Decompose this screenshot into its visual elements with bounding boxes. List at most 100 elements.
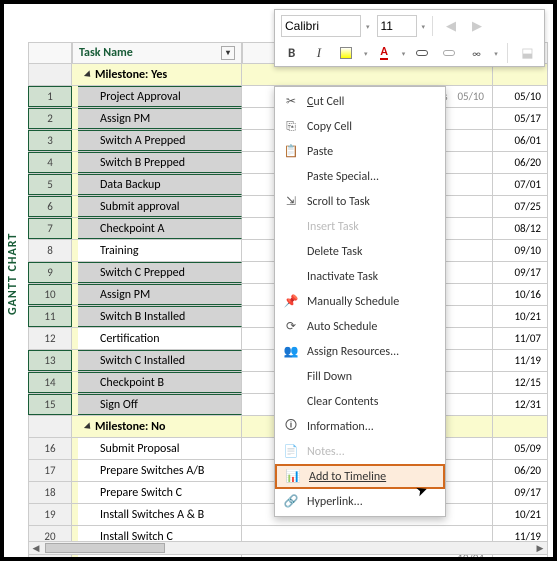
task-cell[interactable]: Training bbox=[78, 240, 242, 261]
font-color-button[interactable]: A bbox=[373, 42, 394, 64]
rownum[interactable]: 3 bbox=[28, 130, 72, 151]
rownum[interactable]: 11 bbox=[28, 306, 72, 327]
date-cell[interactable]: 05/09 bbox=[493, 438, 548, 459]
menu-auto[interactable]: ⟳Auto Schedule bbox=[275, 314, 445, 339]
task-cell[interactable]: Switch C Installed bbox=[78, 350, 242, 371]
rownum[interactable]: 8 bbox=[28, 240, 72, 261]
task-cell[interactable]: Prepare Switches A/B bbox=[78, 460, 242, 481]
menu-assign[interactable]: 👥Assign Resources... bbox=[275, 339, 445, 364]
task-cell[interactable]: Submit approval bbox=[78, 196, 242, 217]
date-cell[interactable]: 09/17 bbox=[493, 482, 548, 503]
rownum[interactable]: 19 bbox=[28, 504, 72, 525]
task-cell[interactable]: Sign Off bbox=[78, 394, 242, 415]
group-row[interactable]: Milestone: Yes bbox=[28, 64, 548, 86]
rownum[interactable]: 12 bbox=[28, 328, 72, 349]
menu-inactivate[interactable]: Inactivate Task bbox=[275, 264, 445, 289]
extra-icon: ⬓ bbox=[517, 42, 538, 64]
rownum[interactable]: 6 bbox=[28, 196, 72, 217]
menu-clear[interactable]: Clear Contents bbox=[275, 389, 445, 414]
date-cell[interactable]: 06/20 bbox=[493, 152, 548, 173]
scroll-right-icon[interactable]: ▶ bbox=[533, 542, 547, 554]
percent-button[interactable]: ∞ bbox=[466, 42, 487, 64]
date-cell[interactable]: 05/17 bbox=[493, 108, 548, 129]
scroll-thumb[interactable] bbox=[45, 543, 165, 553]
date-cell[interactable]: 10/21 bbox=[493, 306, 548, 327]
rownum[interactable]: 4 bbox=[28, 152, 72, 173]
rownum-header bbox=[28, 42, 72, 64]
italic-button[interactable]: I bbox=[308, 42, 329, 64]
rownum[interactable]: 1 bbox=[28, 86, 72, 107]
task-cell[interactable]: Install Switches A & B bbox=[78, 504, 242, 525]
rownum[interactable]: 2 bbox=[28, 108, 72, 129]
task-cell[interactable]: Switch C Prepped bbox=[78, 262, 242, 283]
date-cell[interactable]: 09/10 bbox=[493, 240, 548, 261]
collapse-icon[interactable] bbox=[84, 70, 93, 79]
date-cell[interactable]: 05/10 bbox=[493, 86, 548, 107]
date-cell[interactable]: 06/20 bbox=[493, 460, 548, 481]
date-cell[interactable]: 08/12 bbox=[493, 218, 548, 239]
date-cell[interactable]: 12/15 bbox=[493, 372, 548, 393]
date-cell[interactable]: 10/16 bbox=[493, 284, 548, 305]
task-cell[interactable]: Prepare Switch C bbox=[78, 482, 242, 503]
rownum[interactable]: 10 bbox=[28, 284, 72, 305]
filter-dropdown-icon[interactable]: ▾ bbox=[221, 46, 235, 60]
rownum[interactable]: 7 bbox=[28, 218, 72, 239]
task-cell[interactable]: Checkpoint A bbox=[78, 218, 242, 239]
menu-paste[interactable]: 📋Paste bbox=[275, 139, 445, 164]
people-icon: 👥 bbox=[281, 344, 301, 360]
menu-delete-task[interactable]: Delete Task bbox=[275, 239, 445, 264]
context-menu: ✂CCut Cellut Cell ⎘Copy Cell 📋Paste Past… bbox=[274, 86, 446, 517]
font-family-select[interactable] bbox=[281, 15, 361, 37]
date-cell[interactable]: 09/17 bbox=[493, 262, 548, 283]
menu-notes: 📄Notes... bbox=[275, 439, 445, 464]
hyperlink-icon: 🔗 bbox=[281, 494, 301, 510]
group-label[interactable]: Milestone: Yes bbox=[78, 64, 242, 85]
menu-fill-down[interactable]: Fill Down bbox=[275, 364, 445, 389]
date-cell[interactable]: 11/07 bbox=[493, 328, 548, 349]
menu-paste-special[interactable]: Paste Special... bbox=[275, 164, 445, 189]
group-label[interactable]: Milestone: No bbox=[78, 416, 242, 437]
task-cell[interactable]: Switch A Prepped bbox=[78, 130, 242, 151]
task-cell[interactable]: Assign PM bbox=[78, 108, 242, 129]
rownum[interactable]: 16 bbox=[28, 438, 72, 459]
date-cell[interactable]: 10/21 bbox=[493, 504, 548, 525]
rownum[interactable]: 13 bbox=[28, 350, 72, 371]
rownum[interactable]: 9 bbox=[28, 262, 72, 283]
fill-color-button[interactable] bbox=[336, 42, 357, 64]
date-cell[interactable]: 07/01 bbox=[493, 174, 548, 195]
task-cell[interactable]: Switch B Installed bbox=[78, 306, 242, 327]
date-cell[interactable]: 07/25 bbox=[493, 196, 548, 217]
menu-information[interactable]: 🛈Information... bbox=[275, 414, 445, 439]
scroll-icon: ⇲ bbox=[281, 194, 301, 210]
menu-cut[interactable]: ✂CCut Cellut Cell bbox=[275, 89, 445, 114]
collapse-icon[interactable] bbox=[84, 422, 93, 431]
menu-scroll-task[interactable]: ⇲Scroll to Task bbox=[275, 189, 445, 214]
date-cell[interactable]: 11/19 bbox=[493, 350, 548, 371]
task-cell[interactable]: Submit Proposal bbox=[78, 438, 242, 459]
task-cell[interactable]: Assign PM bbox=[78, 284, 242, 305]
task-cell[interactable]: Switch B Prepped bbox=[78, 152, 242, 173]
scroll-left-icon[interactable]: ◀ bbox=[29, 542, 43, 554]
task-cell[interactable]: Project Approval bbox=[78, 86, 242, 107]
task-name-header[interactable]: Task Name ▾ bbox=[72, 42, 242, 64]
task-cell[interactable]: Checkpoint B bbox=[78, 372, 242, 393]
menu-copy[interactable]: ⎘Copy Cell bbox=[275, 114, 445, 139]
font-size-select[interactable] bbox=[377, 15, 417, 37]
rownum[interactable]: 5 bbox=[28, 174, 72, 195]
scissors-icon: ✂ bbox=[281, 94, 301, 110]
unlink-button[interactable] bbox=[439, 42, 460, 64]
task-cell[interactable]: Data Backup bbox=[78, 174, 242, 195]
mini-toolbar: ▾ ▾ ◀ ▶ B I ▾ A▾ ∞▾ ⬓ bbox=[274, 9, 545, 67]
pin-icon: 📌 bbox=[281, 294, 301, 310]
date-cell[interactable]: 12/31 bbox=[493, 394, 548, 415]
rownum[interactable]: 14 bbox=[28, 372, 72, 393]
link-button[interactable] bbox=[411, 42, 432, 64]
bold-button[interactable]: B bbox=[281, 42, 302, 64]
horizontal-scrollbar[interactable]: ◀ ▶ bbox=[28, 541, 548, 555]
menu-manual[interactable]: 📌Manually Schedule bbox=[275, 289, 445, 314]
rownum[interactable]: 18 bbox=[28, 482, 72, 503]
date-cell[interactable]: 06/01 bbox=[493, 130, 548, 151]
rownum[interactable]: 15 bbox=[28, 394, 72, 415]
rownum[interactable]: 17 bbox=[28, 460, 72, 481]
task-cell[interactable]: Certification bbox=[78, 328, 242, 349]
